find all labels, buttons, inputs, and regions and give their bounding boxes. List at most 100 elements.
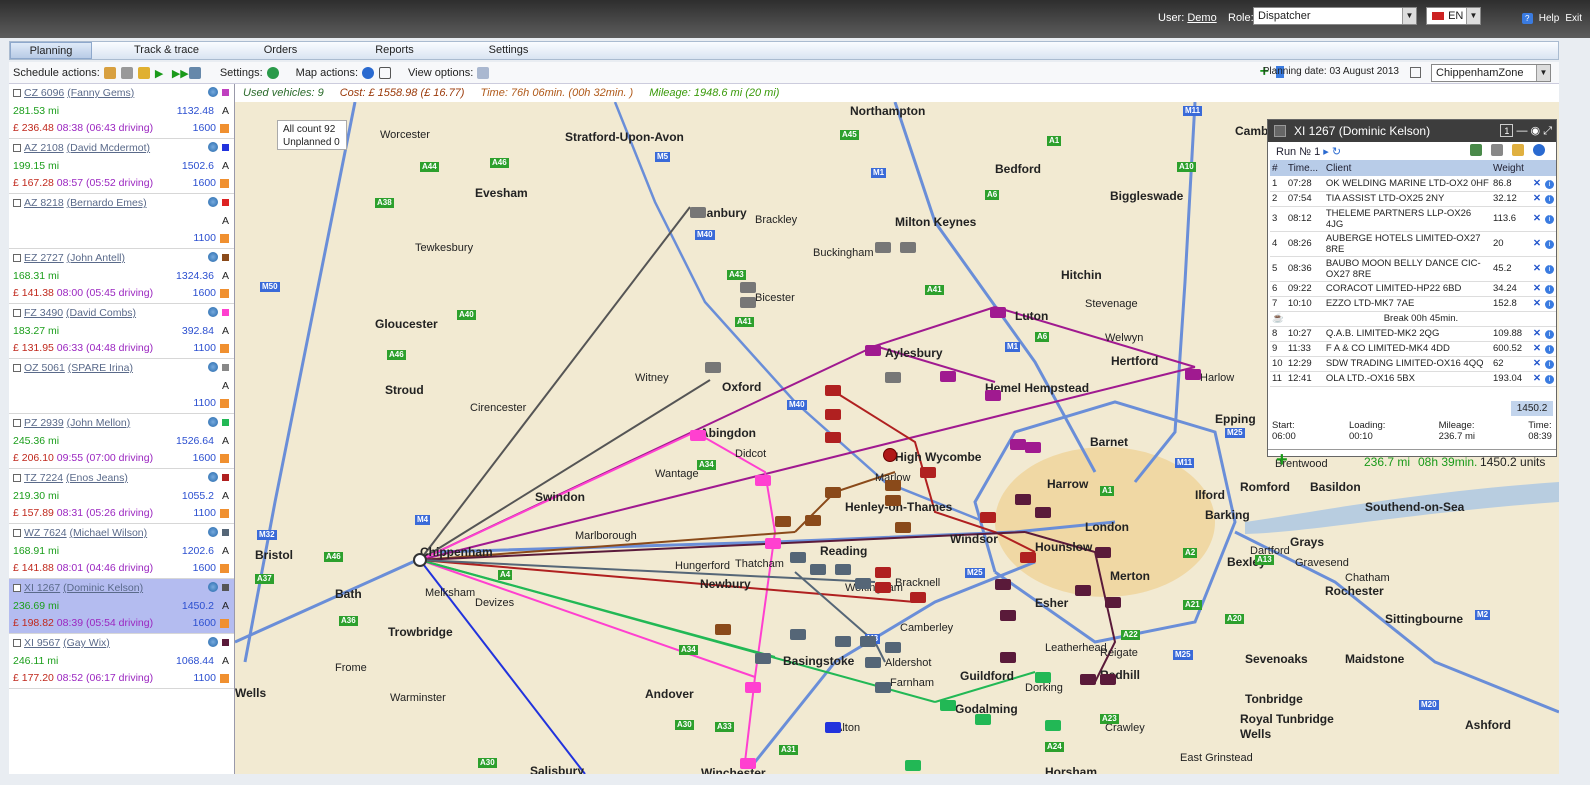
stop-row[interactable]: 2 07:54 TIA ASSIST LTD-OX25 2NY 32.12 ✕ i [1270, 191, 1556, 207]
optimize-icon[interactable] [188, 66, 201, 79]
stop-marker[interactable] [755, 475, 771, 486]
stop-marker[interactable] [995, 579, 1011, 590]
globe-icon[interactable] [208, 472, 218, 482]
stop-marker[interactable] [1015, 494, 1031, 505]
remove-stop-icon[interactable]: ✕ [1531, 341, 1543, 357]
globe-icon[interactable] [208, 637, 218, 647]
role-select[interactable]: Dispatcher ▼ [1253, 7, 1417, 25]
stop-marker[interactable] [755, 653, 771, 664]
menu-icon[interactable] [13, 529, 21, 538]
stop-marker[interactable] [1000, 610, 1016, 621]
calendar-icon[interactable] [1410, 67, 1421, 78]
globe-icon[interactable] [208, 252, 218, 262]
stop-marker[interactable] [775, 516, 791, 527]
tab-settings[interactable]: Settings [466, 42, 551, 59]
stop-marker[interactable] [875, 682, 891, 693]
stop-marker[interactable] [825, 409, 841, 420]
stop-marker[interactable] [905, 760, 921, 771]
globe-icon[interactable] [208, 582, 218, 592]
driver-name[interactable]: (Michael Wilson) [70, 527, 148, 539]
tab-planning[interactable]: Planning [10, 42, 92, 59]
stop-row[interactable]: 4 08:26 AUBERGE HOTELS LIMITED-OX27 8RE 20 ✕… [1270, 231, 1556, 257]
info-icon[interactable]: i [1543, 281, 1556, 297]
vehicle-id[interactable]: OZ 5061 [24, 362, 65, 374]
vehicle-id[interactable]: XI 1267 [24, 582, 60, 594]
location-pin-icon[interactable] [883, 448, 897, 462]
stop-marker[interactable] [990, 307, 1006, 318]
stop-marker[interactable] [1025, 442, 1041, 453]
vehicle-item[interactable]: XI 1267 (Dominic Kelson) 236.69 mi 1450.2 A… [9, 579, 234, 634]
driver-name[interactable]: (Dominic Kelson) [63, 582, 143, 594]
expand-icon[interactable]: ⤢ [1543, 125, 1552, 137]
info-icon[interactable]: i [1543, 326, 1556, 342]
stop-marker[interactable] [885, 372, 901, 383]
stop-marker[interactable] [690, 430, 706, 441]
col-client[interactable]: Client [1323, 160, 1491, 176]
stop-marker[interactable] [1095, 547, 1111, 558]
remove-stop-icon[interactable]: ✕ [1531, 356, 1543, 372]
stop-marker[interactable] [1010, 439, 1026, 450]
help-icon[interactable]: ? [1521, 13, 1533, 24]
stop-marker[interactable] [875, 567, 891, 578]
globe-icon[interactable] [208, 307, 218, 317]
vehicle-item[interactable]: WZ 7624 (Michael Wilson) 168.91 mi 1202.6 A… [9, 524, 234, 579]
vehicle-item[interactable]: EZ 2727 (John Antell) 168.31 mi 1324.36 A £ … [9, 249, 234, 304]
menu-icon[interactable] [13, 89, 21, 98]
depot-icon[interactable] [413, 553, 427, 567]
minimize-icon[interactable]: — [1516, 125, 1527, 137]
vehicle-id[interactable]: XI 9567 [24, 637, 60, 649]
stop-row[interactable]: 6 09:22 CORACOT LIMITED-HP22 6BD 34.24 ✕ i [1270, 281, 1556, 297]
remove-stop-icon[interactable]: ✕ [1531, 231, 1543, 257]
stop-marker[interactable] [1185, 369, 1201, 380]
remove-stop-icon[interactable]: ✕ [1531, 281, 1543, 297]
stop-marker[interactable] [865, 657, 881, 668]
add-stop-icon[interactable]: + [1276, 450, 1288, 470]
info-icon[interactable]: i [1543, 176, 1556, 192]
stop-marker[interactable] [895, 522, 911, 533]
vehicle-item[interactable]: OZ 5061 (SPARE Irina) A 1100 [9, 359, 234, 414]
menu-icon[interactable] [13, 584, 21, 593]
menu-icon[interactable] [13, 254, 21, 263]
stop-marker[interactable] [940, 700, 956, 711]
vehicle-item[interactable]: AZ 2108 (David Mcdermot) 199.15 mi 1502.6 A… [9, 139, 234, 194]
stop-marker[interactable] [835, 564, 851, 575]
stop-marker[interactable] [1105, 597, 1121, 608]
stop-marker[interactable] [1000, 652, 1016, 663]
vehicle-item[interactable]: CZ 6096 (Fanny Gems) 281.53 mi 1132.48 A £ 2… [9, 84, 234, 139]
remove-stop-icon[interactable]: ✕ [1531, 206, 1543, 232]
lock-icon[interactable] [137, 66, 150, 79]
stop-marker[interactable] [740, 297, 756, 308]
globe-icon[interactable] [208, 362, 218, 372]
menu-icon[interactable] [13, 419, 21, 428]
stop-marker[interactable] [885, 480, 901, 491]
vehicle-id[interactable]: AZ 2108 [24, 142, 64, 154]
stop-marker[interactable] [1075, 585, 1091, 596]
driver-name[interactable]: (John Antell) [67, 252, 125, 264]
eye-icon[interactable]: ◉ [1531, 125, 1541, 137]
driver-name[interactable]: (David Combs) [66, 307, 136, 319]
menu-icon[interactable] [13, 474, 21, 483]
stop-marker[interactable] [790, 629, 806, 640]
driver-name[interactable]: (John Mellon) [67, 417, 131, 429]
vehicle-id[interactable]: AZ 8218 [24, 197, 64, 209]
stop-marker[interactable] [975, 714, 991, 725]
stop-marker[interactable] [705, 362, 721, 373]
vehicle-id[interactable]: TZ 7224 [24, 472, 63, 484]
stop-marker[interactable] [865, 345, 881, 356]
globe-icon[interactable] [362, 66, 375, 79]
stop-row[interactable]: 3 08:12 THELEME PARTNERS LLP-OX26 4JG 113.6… [1270, 206, 1556, 232]
menu-icon[interactable] [13, 364, 21, 373]
menu-icon[interactable] [13, 639, 21, 648]
stop-marker[interactable] [745, 682, 761, 693]
driver-name[interactable]: (SPARE Irina) [68, 362, 133, 374]
stop-row[interactable]: 10 12:29 SDW TRADING LIMITED-OX16 4QQ 62 ✕ i [1270, 356, 1556, 372]
stop-marker[interactable] [1035, 507, 1051, 518]
remove-stop-icon[interactable]: ✕ [1531, 191, 1543, 207]
zone-select[interactable]: ChippenhamZone ▼ [1431, 64, 1551, 82]
vehicle-id[interactable]: FZ 3490 [24, 307, 63, 319]
stop-marker[interactable] [825, 487, 841, 498]
export-icon[interactable] [1470, 144, 1482, 156]
stop-marker[interactable] [825, 385, 841, 396]
info-icon[interactable]: i [1543, 341, 1556, 357]
lock-open-icon[interactable] [120, 66, 133, 79]
